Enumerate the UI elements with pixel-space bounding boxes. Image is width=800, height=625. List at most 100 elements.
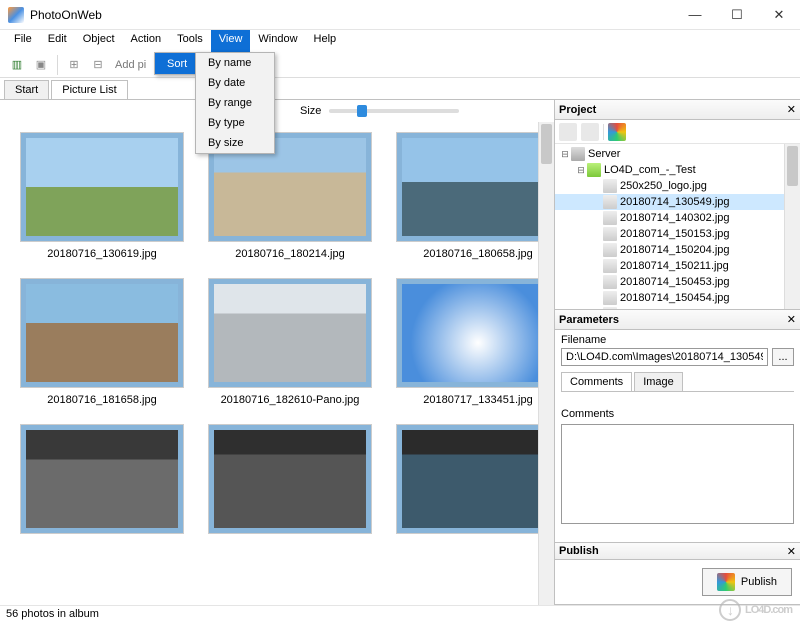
parameters-panel: Parameters ✕ Filename ... Comments Image…: [555, 310, 800, 543]
thumbnail-card[interactable]: 20180716_180658.jpg: [396, 132, 554, 272]
publish-panel-header[interactable]: Publish ✕: [555, 543, 800, 560]
thumbnail-caption: 20180716_181658.jpg: [20, 388, 184, 418]
size-slider-thumb[interactable]: [357, 105, 367, 117]
sort-by-type[interactable]: By type: [196, 113, 274, 133]
tree-label: LO4D_com_-_Test: [604, 164, 696, 176]
project-tool-icon-1[interactable]: [559, 123, 577, 141]
publish-button[interactable]: Publish: [702, 568, 792, 596]
file-icon: [603, 195, 617, 209]
tab-start[interactable]: Start: [4, 80, 49, 99]
publish-panel-close-icon[interactable]: ✕: [787, 545, 796, 558]
tab-image[interactable]: Image: [634, 372, 683, 391]
thumbnail-image[interactable]: [208, 424, 372, 534]
menu-action[interactable]: Action: [123, 30, 170, 52]
menu-tools[interactable]: Tools: [169, 30, 211, 52]
toolbar-new-icon[interactable]: ▥: [6, 54, 28, 76]
tree-scrollbar[interactable]: [784, 144, 800, 309]
status-bar: 56 photos in album: [0, 605, 800, 625]
thumbnail-image[interactable]: [20, 424, 184, 534]
sort-by-range[interactable]: By range: [196, 93, 274, 113]
tab-comments[interactable]: Comments: [561, 372, 632, 391]
tree-label: 20180714_140302.jpg: [620, 212, 730, 224]
thumbnail-card[interactable]: 20180717_133451.jpg: [396, 278, 554, 418]
tree-toggle-icon[interactable]: ⊟: [559, 149, 571, 160]
thumbnail-image[interactable]: [20, 278, 184, 388]
size-slider[interactable]: [329, 109, 459, 113]
thumbnail-caption: 20180716_130619.jpg: [20, 242, 184, 272]
menu-edit[interactable]: Edit: [40, 30, 75, 52]
parameters-panel-close-icon[interactable]: ✕: [787, 313, 796, 326]
tree-row[interactable]: 20180714_140302.jpg: [555, 210, 800, 226]
tree-scroll-thumb[interactable]: [787, 146, 798, 186]
thumbnail-image[interactable]: [396, 278, 554, 388]
minimize-button[interactable]: —: [674, 2, 716, 28]
filename-input[interactable]: [561, 348, 768, 366]
gallery-scroll-thumb[interactable]: [541, 124, 552, 164]
project-tool-icon-2[interactable]: [581, 123, 599, 141]
thumbnail-image[interactable]: [20, 132, 184, 242]
browse-button[interactable]: ...: [772, 348, 794, 366]
menu-window[interactable]: Window: [250, 30, 305, 52]
project-panel-header[interactable]: Project ✕: [555, 100, 800, 120]
tree-row[interactable]: 20180714_150153.jpg: [555, 226, 800, 242]
menu-file[interactable]: File: [6, 30, 40, 52]
project-tool-color-icon[interactable]: [608, 123, 626, 141]
tree-label: Server: [588, 148, 620, 160]
filename-label: Filename: [561, 334, 794, 346]
thumbnail-card[interactable]: 20180716_182610-Pano.jpg: [208, 278, 372, 418]
thumbnail-caption: 20180716_180658.jpg: [396, 242, 554, 272]
menu-object[interactable]: Object: [75, 30, 123, 52]
tree-row[interactable]: 250x250_logo.jpg: [555, 178, 800, 194]
sort-by-date[interactable]: By date: [196, 73, 274, 93]
tree-row[interactable]: 20180714_150454.jpg: [555, 290, 800, 306]
thumbnail-caption: [208, 534, 372, 552]
file-icon: [603, 179, 617, 193]
comments-textarea[interactable]: [561, 424, 794, 524]
thumbnail-image[interactable]: [396, 132, 554, 242]
tree-row[interactable]: 20180714_150453.jpg: [555, 274, 800, 290]
gallery[interactable]: 20180716_130619.jpg 20180716_180214.jpg …: [0, 122, 554, 605]
tab-picture-list[interactable]: Picture List: [51, 80, 127, 99]
tree-row[interactable]: ⊟ Server: [555, 146, 800, 162]
gallery-scrollbar[interactable]: [538, 122, 554, 605]
watermark-icon: ↓: [719, 599, 741, 621]
title-bar: PhotoOnWeb — ☐ ✕: [0, 0, 800, 30]
thumbnail-card[interactable]: [208, 424, 372, 552]
parameters-panel-header[interactable]: Parameters ✕: [555, 310, 800, 330]
thumbnail-card[interactable]: 20180716_130619.jpg: [20, 132, 184, 272]
file-icon: [603, 291, 617, 305]
toolbar-open-icon[interactable]: ▣: [30, 54, 52, 76]
file-icon: [603, 227, 617, 241]
tree-label: 20180714_130549.jpg: [620, 196, 730, 208]
maximize-button[interactable]: ☐: [716, 2, 758, 28]
toolbar-remove-icon[interactable]: ⊟: [87, 54, 109, 76]
tree-row[interactable]: 20180714_231518.jpg: [555, 306, 800, 309]
toolbar-add-icon[interactable]: ⊞: [63, 54, 85, 76]
sort-by-name[interactable]: By name: [196, 53, 274, 73]
tree-toggle-icon[interactable]: ⊟: [575, 165, 587, 176]
status-text: 56 photos in album: [6, 608, 99, 620]
project-tree[interactable]: ⊟Server⊟LO4D_com_-_Test250x250_logo.jpg2…: [555, 144, 800, 309]
tree-row[interactable]: ⊟ LO4D_com_-_Test: [555, 162, 800, 178]
parameters-panel-title: Parameters: [559, 314, 619, 326]
thumbnail-card[interactable]: [396, 424, 554, 552]
close-button[interactable]: ✕: [758, 2, 800, 28]
tree-row[interactable]: 20180714_130549.jpg: [555, 194, 800, 210]
publish-button-label: Publish: [741, 576, 777, 588]
publish-panel-title: Publish: [559, 545, 599, 557]
thumbnail-card[interactable]: 20180716_181658.jpg: [20, 278, 184, 418]
sort-by-size[interactable]: By size: [196, 133, 274, 153]
thumbnail-image[interactable]: [208, 278, 372, 388]
project-panel-close-icon[interactable]: ✕: [787, 103, 796, 116]
add-pictures-label[interactable]: Add pi: [111, 59, 150, 71]
server-icon: [571, 147, 585, 161]
menu-view[interactable]: View: [211, 30, 251, 52]
thumbnail-card[interactable]: [20, 424, 184, 552]
tree-row[interactable]: 20180714_150204.jpg: [555, 242, 800, 258]
menu-help[interactable]: Help: [306, 30, 345, 52]
tree-row[interactable]: 20180714_150211.jpg: [555, 258, 800, 274]
tree-label: 20180714_150453.jpg: [620, 276, 730, 288]
toolbar-separator: [57, 55, 58, 75]
thumbnail-image[interactable]: [396, 424, 554, 534]
file-icon: [603, 211, 617, 225]
